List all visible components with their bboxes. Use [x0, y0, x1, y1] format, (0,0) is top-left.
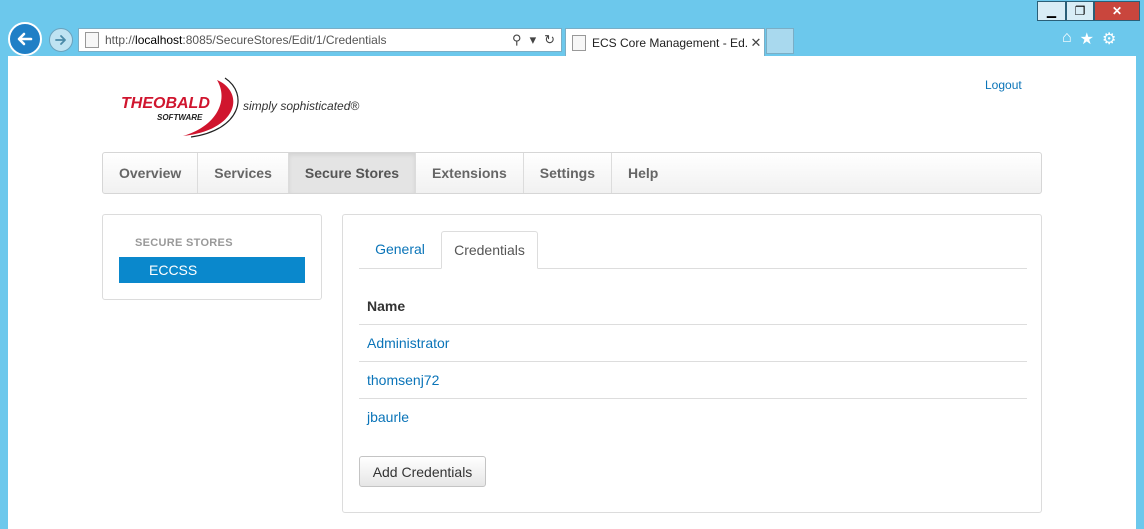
address-bar[interactable]: http://localhost:8085/SecureStores/Edit/…	[78, 28, 562, 52]
arrow-left-icon	[17, 32, 33, 46]
sidebar-item-eccss[interactable]: ECCSS	[119, 257, 305, 283]
credentials-table: Name Administrator thomsenj72 jbaurle	[359, 287, 1027, 436]
page-icon	[572, 34, 586, 51]
address-url[interactable]: http://localhost:8085/SecureStores/Edit/…	[105, 33, 512, 47]
home-icon[interactable]: ⌂	[1062, 29, 1072, 49]
table-row[interactable]: jbaurle	[359, 399, 1027, 436]
nav-item-services[interactable]: Services	[198, 153, 289, 193]
nav-item-help[interactable]: Help	[612, 153, 674, 193]
tab-credentials[interactable]: Credentials	[441, 231, 538, 269]
chevron-down-icon[interactable]: ▾	[530, 32, 537, 48]
new-tab-button[interactable]	[766, 28, 794, 54]
svg-text:simply sophisticated®: simply sophisticated®	[243, 99, 359, 113]
gear-icon[interactable]: ⚙	[1102, 29, 1116, 49]
web-page: THEOBALD SOFTWARE simply sophisticated® …	[8, 56, 1136, 529]
content-panel: General Credentials Name Administrator t…	[342, 214, 1042, 513]
add-credentials-button[interactable]: Add Credentials	[359, 456, 486, 487]
back-button[interactable]	[8, 22, 42, 56]
logout-link[interactable]: Logout	[985, 78, 1022, 92]
page-icon	[85, 32, 99, 48]
content-tabs: General Credentials	[359, 231, 1027, 269]
nav-item-extensions[interactable]: Extensions	[416, 153, 524, 193]
refresh-icon[interactable]: ↻	[544, 32, 555, 48]
theobald-logo: THEOBALD SOFTWARE simply sophisticated®	[121, 76, 381, 138]
table-header-name: Name	[359, 287, 1027, 325]
search-icon[interactable]: ⚲	[512, 32, 522, 48]
table-row[interactable]: thomsenj72	[359, 362, 1027, 399]
table-row[interactable]: Administrator	[359, 325, 1027, 362]
arrow-right-icon	[55, 35, 66, 45]
tab-general[interactable]: General	[359, 231, 441, 269]
sidebar: SECURE STORES ECCSS	[102, 214, 322, 300]
main-nav: Overview Services Secure Stores Extensio…	[102, 152, 1042, 194]
sidebar-heading: SECURE STORES	[135, 237, 233, 249]
browser-chrome: ▁ ❐ ✕ http://localhost:8085/SecureStores…	[0, 0, 1144, 56]
forward-button[interactable]	[49, 28, 73, 52]
close-tab-icon[interactable]: ✕	[748, 35, 764, 51]
browser-tab-title: ECS Core Management - Ed...	[592, 35, 748, 50]
window-maximize-button[interactable]: ❐	[1066, 1, 1094, 21]
window-minimize-button[interactable]: ▁	[1037, 1, 1066, 21]
svg-text:THEOBALD: THEOBALD	[121, 95, 210, 112]
browser-tab[interactable]: ECS Core Management - Ed... ✕	[565, 28, 765, 56]
svg-text:SOFTWARE: SOFTWARE	[157, 113, 203, 122]
nav-item-secure-stores[interactable]: Secure Stores	[288, 153, 417, 193]
window-close-button[interactable]: ✕	[1094, 1, 1140, 21]
favorites-star-icon[interactable]: ★	[1080, 29, 1094, 49]
nav-item-settings[interactable]: Settings	[524, 153, 612, 193]
nav-item-overview[interactable]: Overview	[103, 153, 199, 193]
